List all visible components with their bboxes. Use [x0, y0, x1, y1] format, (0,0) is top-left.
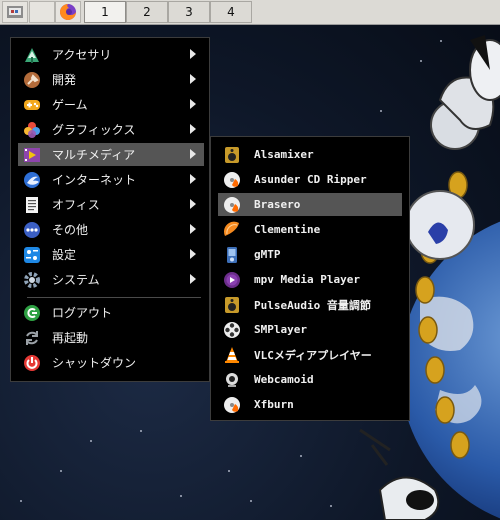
submenu-item-clementine[interactable]: Clementine: [218, 218, 402, 241]
submenu-item-label: Webcamoid: [254, 373, 314, 386]
menu-item-label: アクセサリ: [52, 48, 112, 62]
submenu-arrow-icon: [190, 224, 196, 234]
start-menu-button[interactable]: [2, 1, 28, 23]
submenu-item-xfburn[interactable]: Xfburn: [218, 393, 402, 416]
submenu-arrow-icon: [190, 149, 196, 159]
menu-item-label: シャットダウン: [52, 356, 137, 370]
menu-item-accessories[interactable]: アクセサリ: [18, 43, 204, 66]
settings-icon: [22, 245, 42, 265]
webcam-icon: [222, 370, 242, 390]
submenu-item-gmtp[interactable]: gMTP: [218, 243, 402, 266]
menu-item-logout[interactable]: ログアウト: [18, 301, 204, 324]
logout-icon: [22, 303, 42, 323]
graphics-icon: [22, 120, 42, 140]
submenu-item-brasero[interactable]: Brasero: [218, 193, 402, 216]
workspace-button-3[interactable]: 3: [168, 1, 210, 23]
submenu-arrow-icon: [190, 199, 196, 209]
menu-item-internet[interactable]: インターネット: [18, 168, 204, 191]
firefox-launcher-button[interactable]: [55, 1, 81, 23]
film-reel-icon: [222, 320, 242, 340]
menu-item-multimedia[interactable]: マルチメディア: [18, 143, 204, 166]
submenu-item-vlc[interactable]: VLCメディアプレイヤー: [218, 343, 402, 366]
reboot-icon: [22, 328, 42, 348]
submenu-arrow-icon: [190, 174, 196, 184]
submenu-item-label: Asunder CD Ripper: [254, 173, 367, 186]
submenu-item-label: Clementine: [254, 223, 321, 236]
submenu-arrow-icon: [190, 124, 196, 134]
development-icon: [22, 70, 42, 90]
submenu-item-label: Brasero: [254, 198, 301, 211]
media-player-device-icon: [222, 245, 242, 265]
menu-item-label: ログアウト: [52, 306, 113, 320]
submenu-arrow-icon: [190, 99, 196, 109]
submenu-arrow-icon: [190, 74, 196, 84]
submenu-item-alsamixer[interactable]: Alsamixer: [218, 143, 402, 166]
blank-launcher-button[interactable]: [29, 1, 55, 23]
submenu-arrow-icon: [190, 274, 196, 284]
menu-item-label: グラフィックス: [52, 123, 136, 137]
menu-item-label: インターネット: [52, 173, 137, 187]
taskbar: 1 2 3 4: [0, 0, 500, 25]
workspace-button-2[interactable]: 2: [126, 1, 168, 23]
workspace-button-1[interactable]: 1: [84, 1, 126, 23]
office-icon: [22, 195, 42, 215]
multimedia-icon: [22, 145, 42, 165]
menu-item-label: オフィス: [52, 198, 100, 212]
clementine-icon: [222, 220, 242, 240]
menu-item-label: ゲーム: [52, 98, 88, 112]
accessories-icon: [22, 45, 42, 65]
menu-item-label: システム: [52, 273, 100, 287]
cd-burn-icon: [222, 195, 242, 215]
speaker-icon: [222, 145, 242, 165]
menu-item-games[interactable]: ゲーム: [18, 93, 204, 116]
menu-item-settings[interactable]: 設定: [18, 243, 204, 266]
firefox-icon: [60, 4, 76, 20]
menu-item-reboot[interactable]: 再起動: [18, 326, 204, 349]
multimedia-submenu: Alsamixer Asunder CD Ripper Brasero Clem…: [210, 136, 410, 421]
main-menu: アクセサリ 開発 ゲーム グラフィックス マルチメディア インターネット オフィ…: [10, 37, 210, 382]
submenu-item-asunder[interactable]: Asunder CD Ripper: [218, 168, 402, 191]
menu-item-shutdown[interactable]: シャットダウン: [18, 351, 204, 374]
menu-item-label: マルチメディア: [52, 148, 136, 162]
workspace-button-4[interactable]: 4: [210, 1, 252, 23]
shutdown-icon: [22, 353, 42, 373]
cd-burn-icon: [222, 170, 242, 190]
submenu-item-pulseaudio[interactable]: PulseAudio 音量調節: [218, 293, 402, 316]
start-menu-icon: [7, 6, 23, 18]
submenu-item-label: PulseAudio 音量調節: [254, 298, 371, 312]
menu-item-label: 設定: [52, 248, 77, 262]
submenu-item-label: Xfburn: [254, 398, 294, 411]
submenu-item-smplayer[interactable]: SMPlayer: [218, 318, 402, 341]
submenu-item-mpv[interactable]: mpv Media Player: [218, 268, 402, 291]
menu-item-development[interactable]: 開発: [18, 68, 204, 91]
submenu-arrow-icon: [190, 249, 196, 259]
menu-item-other[interactable]: その他: [18, 218, 204, 241]
menu-item-system[interactable]: システム: [18, 268, 204, 291]
submenu-item-label: VLCメディアプレイヤー: [254, 348, 372, 362]
submenu-item-label: mpv Media Player: [254, 273, 360, 286]
submenu-item-label: SMPlayer: [254, 323, 307, 336]
menu-item-label: 再起動: [52, 331, 89, 345]
menu-item-label: その他: [52, 223, 89, 237]
cd-burn-icon: [222, 395, 242, 415]
submenu-item-label: gMTP: [254, 248, 281, 261]
system-icon: [22, 270, 42, 290]
menu-item-office[interactable]: オフィス: [18, 193, 204, 216]
vlc-cone-icon: [222, 345, 242, 365]
menu-item-graphics[interactable]: グラフィックス: [18, 118, 204, 141]
mpv-icon: [222, 270, 242, 290]
menu-item-label: 開発: [52, 73, 77, 87]
submenu-item-webcamoid[interactable]: Webcamoid: [218, 368, 402, 391]
submenu-item-label: Alsamixer: [254, 148, 314, 161]
other-icon: [22, 220, 42, 240]
internet-icon: [22, 170, 42, 190]
submenu-arrow-icon: [190, 49, 196, 59]
speaker-icon: [222, 295, 242, 315]
games-icon: [22, 95, 42, 115]
menu-separator: [27, 297, 201, 298]
